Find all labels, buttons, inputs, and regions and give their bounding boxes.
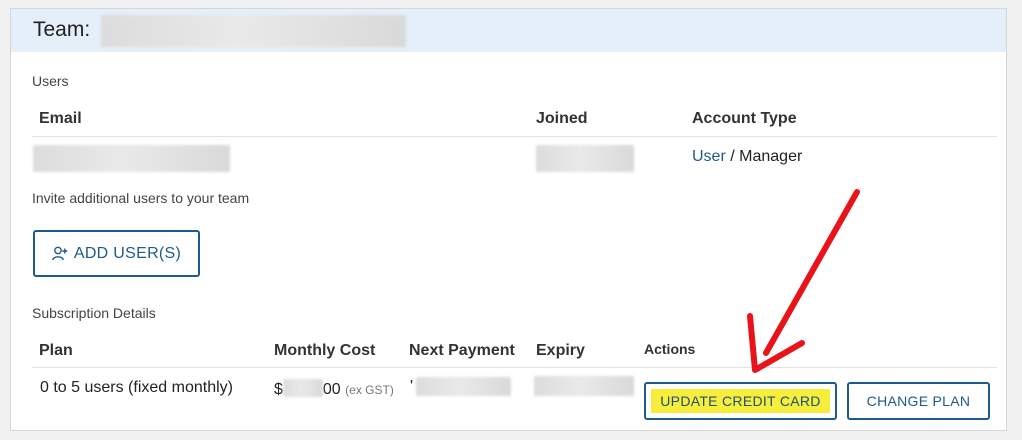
cost-note: (ex GST) xyxy=(345,383,394,397)
team-header: Team: xyxy=(11,9,1006,52)
add-users-button[interactable]: ADD USER(S) xyxy=(33,230,200,277)
next-payment-prefix: ' xyxy=(410,378,414,395)
users-col-account-type: Account Type xyxy=(692,110,797,127)
user-account-type: User / Manager xyxy=(692,148,802,166)
sub-col-next-payment: Next Payment xyxy=(409,342,515,359)
next-payment-redacted xyxy=(416,377,511,396)
cost-redacted xyxy=(282,379,323,397)
users-col-email: Email xyxy=(39,110,82,127)
sub-col-expiry: Expiry xyxy=(536,342,585,359)
team-name-redacted xyxy=(101,15,406,47)
add-users-label: ADD USER(S) xyxy=(73,244,182,262)
user-plus-icon xyxy=(51,246,68,261)
change-plan-label: CHANGE PLAN xyxy=(866,393,971,409)
user-joined-redacted xyxy=(536,145,634,172)
team-title: Team: xyxy=(33,18,91,41)
next-payment-value: ' xyxy=(410,378,413,396)
monthly-cost-value: $00 (ex GST) xyxy=(274,379,394,399)
update-credit-card-label: UPDATE CREDIT CARD xyxy=(651,389,830,413)
users-col-joined: Joined xyxy=(536,110,588,127)
account-type-user-link[interactable]: User xyxy=(692,148,726,165)
update-credit-card-button[interactable]: UPDATE CREDIT CARD xyxy=(644,382,837,420)
cost-suffix: 00 xyxy=(322,381,341,398)
expiry-redacted xyxy=(534,376,634,396)
subscription-section-title: Subscription Details xyxy=(32,305,156,321)
users-section-title: Users xyxy=(32,73,69,89)
sub-col-monthly-cost: Monthly Cost xyxy=(274,342,376,359)
sub-col-actions: Actions xyxy=(644,341,696,357)
red-arrow-icon xyxy=(747,189,860,373)
account-type-separator: / xyxy=(730,148,735,165)
plan-value: 0 to 5 users (fixed monthly) xyxy=(40,379,233,396)
user-email-redacted xyxy=(33,145,230,172)
sub-col-plan: Plan xyxy=(39,342,73,359)
cost-prefix: $ xyxy=(274,381,283,398)
change-plan-button[interactable]: CHANGE PLAN xyxy=(847,382,990,420)
users-table-divider xyxy=(32,136,997,137)
account-type-current: Manager xyxy=(739,148,803,165)
invite-text: Invite additional users to your team xyxy=(32,190,250,206)
